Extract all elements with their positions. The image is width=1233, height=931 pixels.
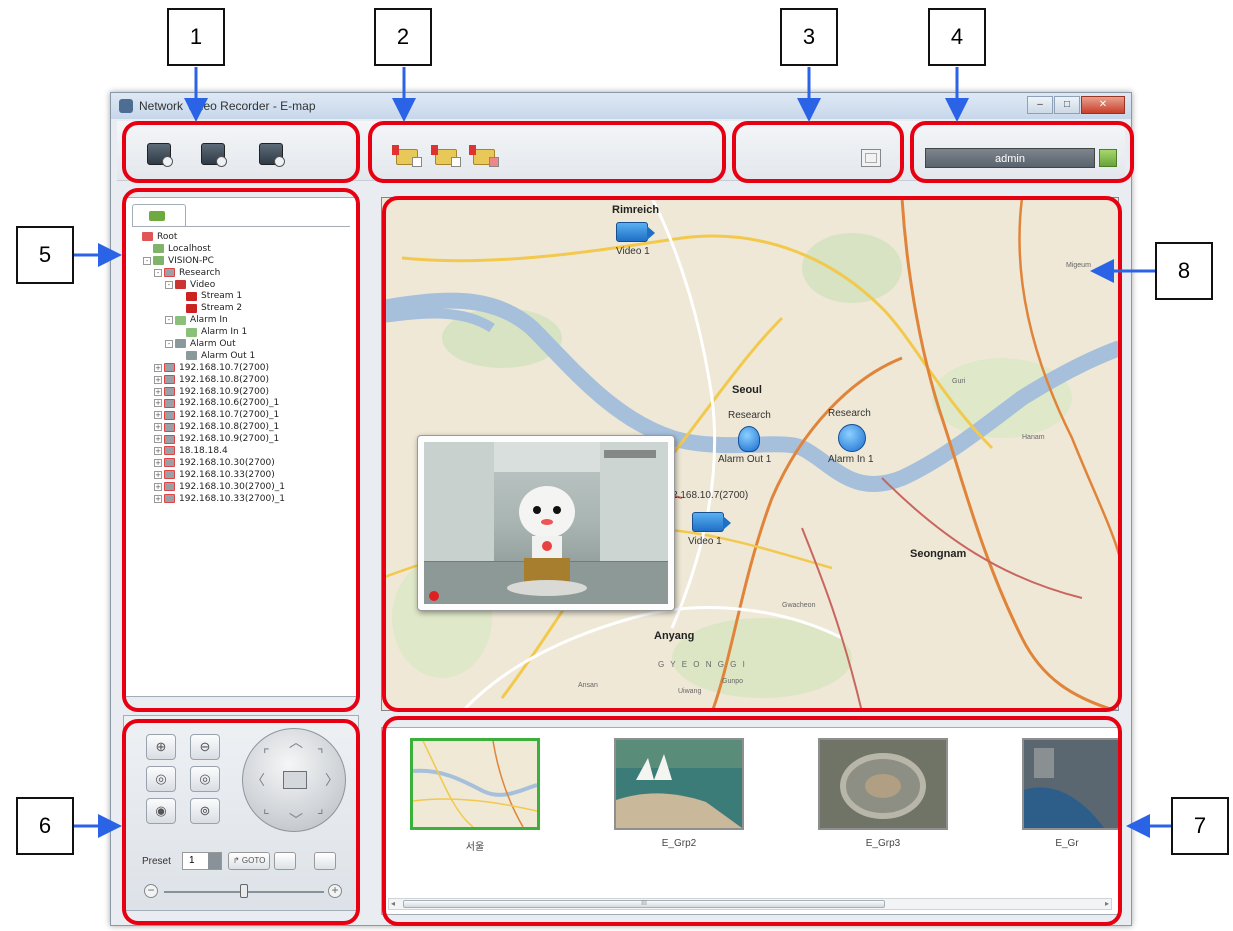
annotation-arrows [74, 67, 1171, 838]
